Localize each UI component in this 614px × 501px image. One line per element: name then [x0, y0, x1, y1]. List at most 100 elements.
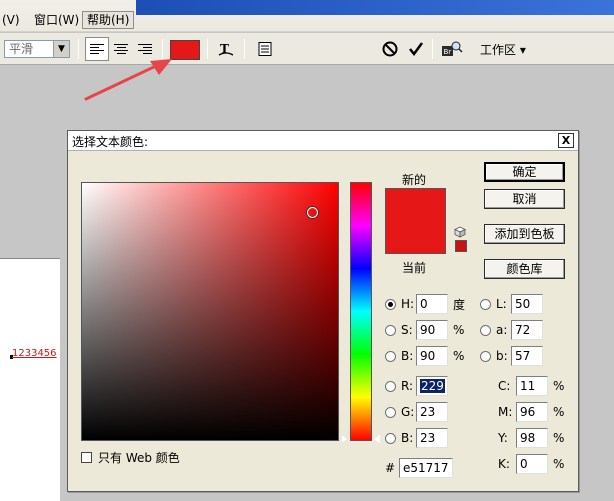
commit-edit-button[interactable]	[404, 37, 428, 61]
color-picker-dialog: 选择文本颜色: X 新的 当前 确定 取消 添加到色板 颜色库 H: 0 度 S…	[67, 130, 579, 492]
menu-window[interactable]: 窗口(W)	[34, 12, 79, 28]
bridge-icon: Br	[442, 41, 463, 56]
cyan-label: C:	[498, 379, 511, 393]
canvas-sample-text[interactable]: 1233456	[12, 348, 57, 359]
dialog-titlebar[interactable]: 选择文本颜色: X	[68, 131, 578, 151]
hex-row: # e51717	[385, 458, 453, 478]
toolbar-separator	[432, 39, 433, 59]
yellow-input[interactable]: 98	[516, 428, 548, 448]
lab-a-radio[interactable]	[480, 324, 491, 336]
menu-bar: (V) 窗口(W) 帮助(H)	[0, 0, 614, 32]
hue-input[interactable]: 0	[416, 294, 448, 314]
new-color-label: 新的	[402, 173, 427, 187]
new-color-swatch	[385, 188, 446, 221]
yellow-unit: %	[553, 431, 565, 445]
ok-button[interactable]: 确定	[484, 162, 565, 182]
lab-b-radio[interactable]	[480, 350, 491, 362]
red-radio[interactable]	[385, 380, 396, 392]
yellow-label: Y:	[498, 431, 508, 445]
palette-panel-icon	[258, 42, 272, 56]
current-color-swatch[interactable]	[385, 221, 446, 254]
hex-input[interactable]: e51717	[399, 458, 453, 478]
green-radio[interactable]	[385, 406, 396, 418]
magenta-unit: %	[553, 405, 565, 419]
lab-l-input[interactable]: 50	[511, 294, 543, 314]
lab-l-row: L: 50	[480, 294, 543, 314]
brightness-radio[interactable]	[385, 350, 396, 362]
menu-view[interactable]: (V)	[2, 12, 20, 28]
svg-text:Br: Br	[444, 48, 452, 56]
align-center-icon	[114, 44, 128, 54]
black-unit: %	[553, 457, 565, 471]
saturation-unit: %	[453, 323, 465, 337]
black-input[interactable]: 0	[516, 454, 548, 474]
hue-slider-handle-right-icon[interactable]	[374, 435, 380, 443]
green-input[interactable]: 23	[416, 402, 448, 422]
brightness-row: B: 90 %	[385, 346, 467, 366]
hue-radio[interactable]	[385, 298, 396, 310]
green-row: G: 23	[385, 402, 448, 422]
lab-a-input[interactable]: 72	[511, 320, 543, 340]
saturation-input[interactable]: 90	[416, 320, 448, 340]
add-to-swatches-button[interactable]: 添加到色板	[484, 224, 565, 244]
web-safe-cube-icon[interactable]	[454, 226, 466, 238]
cyan-row: C: 11 %	[498, 376, 567, 396]
saturation-label: S:	[401, 323, 413, 337]
warp-text-button[interactable]: T	[214, 37, 238, 61]
brightness-label: B:	[401, 349, 414, 363]
align-right-icon	[138, 44, 152, 54]
bridge-button[interactable]: Br	[440, 37, 464, 61]
magenta-label: M:	[498, 405, 513, 419]
cyan-input[interactable]: 11	[516, 376, 548, 396]
cancel-button[interactable]: 取消	[484, 189, 565, 209]
annotation-arrow-icon	[84, 59, 172, 101]
red-value: 229	[420, 379, 445, 393]
blue-radio[interactable]	[385, 432, 396, 444]
hex-label: #	[385, 461, 396, 475]
toolbar-separator	[78, 39, 79, 59]
black-label: K:	[498, 457, 510, 471]
antialias-value: 平滑	[9, 42, 34, 56]
warp-text-icon: T	[218, 42, 234, 56]
close-button[interactable]: X	[558, 133, 574, 148]
chevron-down-icon[interactable]: ▼	[53, 41, 69, 57]
cyan-unit: %	[553, 379, 565, 393]
hue-slider-handle-left-icon[interactable]	[342, 435, 348, 443]
saturation-row: S: 90 %	[385, 320, 467, 340]
menu-help[interactable]: 帮助(H)	[82, 11, 135, 29]
hue-row: H: 0 度	[385, 294, 467, 314]
web-only-option[interactable]: 只有 Web 颜色	[81, 449, 180, 466]
lab-b-label: b:	[496, 349, 508, 363]
green-label: G:	[401, 405, 415, 419]
current-color-label: 当前	[402, 261, 427, 275]
lab-b-row: b: 57	[480, 346, 543, 366]
color-libraries-button[interactable]: 颜色库	[484, 259, 565, 279]
title-bar-strip	[136, 0, 614, 15]
lab-l-radio[interactable]	[480, 298, 491, 310]
toolbar-separator	[207, 39, 208, 59]
web-only-label: 只有 Web 颜色	[98, 451, 180, 465]
close-icon: X	[561, 134, 571, 147]
saturation-radio[interactable]	[385, 324, 396, 336]
web-only-checkbox[interactable]	[81, 452, 92, 463]
cancel-edit-button[interactable]	[378, 37, 402, 61]
lab-b-input[interactable]: 57	[511, 346, 543, 366]
hue-label: H:	[401, 297, 415, 311]
brightness-input[interactable]: 90	[416, 346, 448, 366]
lab-a-row: a: 72	[480, 320, 543, 340]
workspace-menu[interactable]: 工作区 ▾	[480, 41, 526, 58]
black-row: K: 0 %	[498, 454, 567, 474]
palettes-button[interactable]	[253, 37, 277, 61]
red-input[interactable]: 229	[416, 376, 448, 396]
blue-input[interactable]: 23	[416, 428, 448, 448]
magenta-input[interactable]: 96	[516, 402, 548, 422]
hue-slider[interactable]	[350, 182, 372, 441]
yellow-row: Y: 98 %	[498, 428, 567, 448]
red-label: R:	[401, 379, 414, 393]
brightness-unit: %	[453, 349, 465, 363]
saturation-brightness-field[interactable]	[81, 182, 339, 441]
color-picker-cursor[interactable]	[307, 207, 318, 218]
antialias-select[interactable]: 平滑 ▼	[4, 40, 70, 58]
red-row: R: 229	[385, 376, 448, 396]
web-safe-color-swatch[interactable]	[455, 240, 467, 252]
